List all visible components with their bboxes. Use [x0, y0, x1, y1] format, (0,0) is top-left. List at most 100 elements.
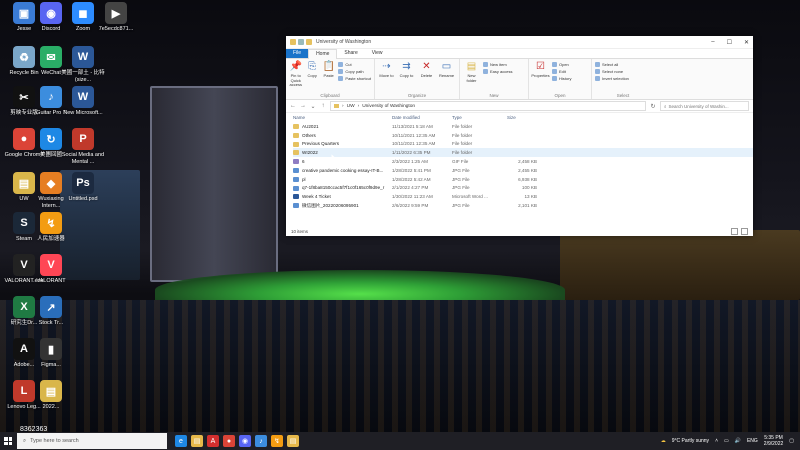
column-header-date[interactable]: Date modified — [392, 115, 452, 120]
refresh-icon[interactable]: ↻ — [650, 103, 656, 110]
file-row[interactable]: Previous Quarters 10/11/2021 12:35 AM File… — [293, 140, 753, 149]
taskbar-edge-icon[interactable]: e — [175, 435, 187, 447]
new-folder-button[interactable]: ▤ New folder — [463, 61, 480, 83]
copy-button[interactable]: ⎘ Copy — [305, 61, 318, 79]
network-icon[interactable]: ▭ — [724, 438, 729, 444]
pin-quick-access-button[interactable]: 📌 Pin to Quick access — [289, 61, 303, 88]
select-none-button[interactable]: Select none — [595, 69, 629, 74]
file-row[interactable]: WI2022 1/11/2022 6:35 PM File folder — [293, 148, 753, 158]
file-row[interactable]: Others 10/11/2021 12:35 AM File folder — [293, 131, 753, 140]
taskbar-discord-icon[interactable]: ◉ — [239, 435, 251, 447]
column-header-size[interactable]: Size — [503, 115, 541, 120]
notification-icon[interactable]: ▢ — [789, 438, 794, 444]
maximize-icon[interactable]: ☐ — [727, 39, 732, 46]
edit-button[interactable]: Edit — [552, 69, 571, 74]
close-icon[interactable]: ✕ — [744, 39, 749, 46]
group-label-organize: Organize — [407, 93, 427, 98]
open-icon — [552, 62, 557, 67]
title-bar[interactable]: University of Washington – ☐ ✕ — [286, 36, 753, 49]
ribbon-tabs: File Home Share View — [286, 48, 753, 59]
file-row[interactable]: Week 4 Ticket 1/30/2022 11:23 AM Microsoft… — [293, 192, 753, 201]
move-to-button[interactable]: ⇢ Move to — [378, 61, 395, 79]
rename-button[interactable]: ▭ Rename — [438, 61, 455, 79]
taskbar-explorer-icon[interactable]: ▤ — [191, 435, 203, 447]
taskbar-adobe-icon[interactable]: A — [207, 435, 219, 447]
folder-file-icon — [293, 150, 299, 156]
column-header-name[interactable]: Name — [293, 115, 392, 120]
chevron-up-icon[interactable]: ˄ — [715, 438, 718, 444]
start-button[interactable] — [0, 432, 16, 450]
back-arrow-icon[interactable]: ← — [290, 103, 296, 109]
file-type: File folder — [452, 150, 473, 156]
file-row[interactable]: 6 2/3/2022 1:25 AM GIF File 2,458 KB — [293, 157, 753, 166]
taskbar-chrome-icon[interactable]: ● — [223, 435, 235, 447]
file-type: JPG File — [452, 185, 470, 191]
weather-text[interactable]: 9°C Partly sunny — [672, 438, 709, 444]
desktop-icon[interactable]: P Social Media and Mental ... — [61, 128, 105, 165]
desktop-icon[interactable]: Ps Untitled.psd — [61, 172, 105, 203]
weather-icon[interactable]: ☁ — [661, 438, 666, 444]
taskbar-guitarpro-icon[interactable]: ♪ — [255, 435, 267, 447]
open-button[interactable]: Open — [552, 62, 571, 67]
breadcrumb-university-of-washington[interactable]: University of Washington — [362, 104, 415, 109]
cut-button[interactable]: Cut — [338, 62, 371, 67]
desktop-icon[interactable]: V VALORANT.exe — [2, 254, 46, 285]
desktop-icon[interactable]: ↗ Stock Tr... — [29, 296, 73, 327]
desktop-icon[interactable]: W New Microsoft... — [61, 86, 105, 117]
desktop-icon[interactable]: ▶ 7e5ecdc871... — [94, 2, 138, 33]
easy-access-button[interactable]: Easy access — [483, 69, 512, 74]
search-input[interactable]: ⌕ Search University of Washin... — [660, 101, 749, 111]
desktop-icon[interactable]: W 美國一部土 - 比特 (size... — [61, 46, 105, 83]
delete-button[interactable]: ✕ Delete — [418, 61, 435, 79]
copy-path-button[interactable]: Copy path — [338, 69, 371, 74]
volume-icon[interactable]: 🔊 — [735, 438, 741, 444]
tab-view[interactable]: View — [365, 49, 390, 58]
folder-icon[interactable] — [306, 39, 312, 45]
file-type: JPG File — [452, 167, 470, 173]
save-icon[interactable] — [298, 39, 304, 45]
details-view-icon[interactable] — [731, 228, 738, 235]
copy-to-button[interactable]: ⇉ Copy to — [398, 61, 415, 79]
taskbar-files-icon[interactable]: ▤ — [287, 435, 299, 447]
up-arrow-icon[interactable]: ↑ — [320, 103, 326, 109]
language-indicator[interactable]: ENG — [747, 438, 758, 444]
chevron-down-icon[interactable]: ⌄ — [310, 103, 316, 110]
minimize-icon[interactable]: – — [711, 39, 714, 46]
file-row[interactable]: creative pandemic cooking essay-IT-B... 1… — [293, 166, 753, 175]
paste-button[interactable]: 📋 Paste — [322, 61, 335, 79]
file-row[interactable]: AU2021 11/13/2021 5:18 AM File folder — [293, 122, 753, 131]
file-explorer-window[interactable]: University of Washington – ☐ ✕ File Home… — [286, 36, 753, 236]
forward-arrow-icon[interactable]: → — [300, 103, 306, 109]
breadcrumb-uw[interactable]: UW — [347, 104, 355, 109]
taskbar-search-input[interactable]: ⌕ Type here to search — [17, 433, 167, 449]
clock[interactable]: 5:35 PM 2/9/2022 — [764, 435, 783, 447]
desktop-icon[interactable]: ▮ Figma... — [29, 338, 73, 369]
column-header-type[interactable]: Type — [452, 115, 503, 120]
taskbar-app-icon[interactable]: ↯ — [271, 435, 283, 447]
select-all-button[interactable]: Select all — [595, 62, 629, 67]
tab-home[interactable]: Home — [308, 48, 338, 59]
file-type: JPG File — [452, 176, 470, 182]
file-date: 2/6/2022 9:59 PM — [392, 203, 429, 209]
file-row[interactable]: pl 1/28/2022 5:42 AM JPG File 6,938 KB — [293, 175, 753, 184]
desktop-icon-label: New Microsoft... — [63, 110, 103, 116]
address-bar[interactable]: › UW › University of Washington — [330, 101, 646, 111]
properties-button[interactable]: ☑ Properties — [531, 61, 549, 79]
doc-file-icon — [293, 194, 299, 200]
desktop-icon[interactable]: ▤ 2022... — [29, 380, 73, 411]
desktop-icon-label: Social Media and Mental ... — [61, 152, 105, 165]
ribbon-group-organize: ⇢ Move to ⇉ Copy to ✕ Delete ▭ Rename Organi… — [375, 59, 460, 99]
file-row[interactable]: q7-1f8ba8150ccac5f7f1c0f165c0f9d9e_r 2/1/… — [293, 184, 753, 193]
taskbar: ⌕ Type here to search e ▤ A ● ◉ ♪ ↯ ▤ ☁ 9°C Par… — [0, 432, 800, 450]
paste-shortcut-button[interactable]: Paste shortcut — [338, 76, 371, 81]
desktop-icon[interactable]: ↯ 人民加速器 — [29, 212, 73, 243]
app-icon: ▶ — [105, 2, 127, 24]
tab-file[interactable]: File — [286, 49, 309, 58]
tab-share[interactable]: Share — [337, 49, 364, 58]
invert-selection-button[interactable]: Invert selection — [595, 76, 629, 81]
large-icons-view-icon[interactable] — [741, 228, 748, 235]
content-area: Name Date modified Type Size AU2021 11/13… — [286, 113, 753, 228]
history-button[interactable]: History — [552, 76, 571, 81]
file-row[interactable]: 微信图片_20220206095901 2/6/2022 9:59 PM JPG F… — [293, 201, 753, 210]
new-item-button[interactable]: New item — [483, 62, 512, 67]
